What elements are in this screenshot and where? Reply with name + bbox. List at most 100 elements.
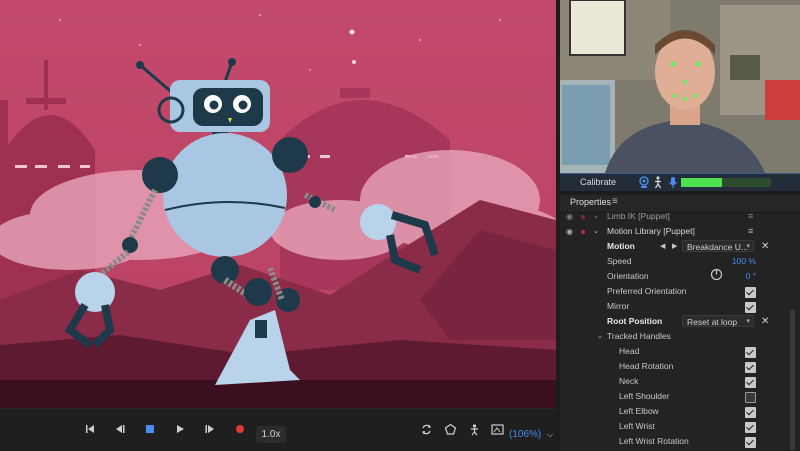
property-row: Left Elbow xyxy=(560,404,796,419)
scene-canvas[interactable] xyxy=(0,0,556,408)
play-icon xyxy=(177,425,184,433)
chevron-down-icon: ⌵ xyxy=(547,430,554,439)
property-row: ◉ ⌄ Motion Library [Puppet] ≡ xyxy=(560,224,796,239)
property-label: Motion xyxy=(607,241,635,251)
calibrate-button[interactable]: Calibrate xyxy=(568,176,628,189)
handle-label: Left Elbow xyxy=(619,406,659,416)
property-row: ⌄ Tracked Handles xyxy=(560,329,796,344)
property-label: Mirror xyxy=(607,301,630,311)
property-row: Speed 100 % xyxy=(560,254,796,269)
checkbox[interactable] xyxy=(745,407,756,418)
chevron-down-icon[interactable]: ⌄ xyxy=(593,209,599,224)
property-row: Left Wrist xyxy=(560,419,796,434)
property-row: Left Wrist Rotation xyxy=(560,434,796,449)
remove-motion-button[interactable]: ✕ xyxy=(761,239,769,254)
properties-scrollbar[interactable] xyxy=(790,310,795,450)
zoom-fit-button[interactable] xyxy=(490,423,506,437)
webcam-icon[interactable] xyxy=(638,176,650,189)
next-motion-button[interactable]: ▶ xyxy=(672,239,677,254)
step-forward-button[interactable] xyxy=(202,423,218,437)
panel-menu-icon[interactable]: ≡ xyxy=(612,196,618,207)
property-row: ◉ ⌄ Limb IK [Puppet] ≡ xyxy=(560,209,796,224)
stop-button[interactable] xyxy=(142,423,158,437)
zoom-level[interactable]: (106%) ⌵ xyxy=(509,427,553,442)
property-label: Preferred Orientation xyxy=(607,286,687,296)
zoom-value: (106%) xyxy=(509,429,542,440)
shape-icon xyxy=(444,423,456,435)
microphone-icon[interactable] xyxy=(668,176,678,189)
handle-label: Left Shoulder xyxy=(619,391,670,401)
audio-meter-level xyxy=(681,178,722,187)
layer-label: Motion Library [Puppet] xyxy=(607,226,695,236)
motion-dropdown-value: Breakdance U... xyxy=(687,242,748,252)
checkbox[interactable] xyxy=(745,287,756,298)
property-row: Head xyxy=(560,344,796,359)
body-tracking-icon[interactable] xyxy=(653,176,663,189)
puppet-icon xyxy=(470,424,478,436)
checkbox[interactable] xyxy=(745,347,756,358)
property-label: Root Position xyxy=(607,316,663,326)
remove-root-button[interactable]: ✕ xyxy=(761,314,769,329)
play-button[interactable] xyxy=(172,423,188,437)
camera-toolbar: Calibrate xyxy=(560,173,800,191)
layer-menu-icon[interactable]: ≡ xyxy=(748,224,753,239)
handle-label: Left Wrist xyxy=(619,421,655,431)
property-row: Neck xyxy=(560,374,796,389)
go-to-start-button[interactable] xyxy=(82,423,98,437)
step-back-button[interactable] xyxy=(112,423,128,437)
chevron-down-icon[interactable]: ⌄ xyxy=(597,329,603,344)
loop-icon xyxy=(421,424,431,435)
checkbox[interactable] xyxy=(745,302,756,313)
record-arm-icon[interactable] xyxy=(581,215,585,219)
layer-label: Limb IK [Puppet] xyxy=(607,211,670,221)
record-icon xyxy=(236,425,244,433)
checkbox[interactable] xyxy=(745,377,756,388)
property-row: Mirror xyxy=(560,299,796,314)
webcam-feed xyxy=(560,0,800,173)
handle-label: Neck xyxy=(619,376,639,386)
property-row: Motion ◀ ▶ Breakdance U... ▾ ✕ xyxy=(560,239,796,254)
chevron-down-icon: ▾ xyxy=(746,318,750,325)
step-back-icon xyxy=(116,425,125,433)
checkbox[interactable] xyxy=(745,437,756,448)
record-arm-icon[interactable] xyxy=(581,230,585,234)
handle-label: Head xyxy=(619,346,640,356)
panel-title: Properties xyxy=(570,197,612,207)
skip-start-icon xyxy=(86,425,94,433)
properties-panel: Properties ≡ ◉ ⌄ Limb IK [Puppet] ≡ ◉ ⌄ Motion… xyxy=(560,195,800,450)
checkbox[interactable] xyxy=(745,392,756,403)
zoom-icon xyxy=(491,424,504,435)
visibility-eye-icon[interactable]: ◉ xyxy=(566,224,573,239)
rig-view-button[interactable] xyxy=(466,423,482,437)
bounding-box-button[interactable] xyxy=(442,423,458,437)
layer-menu-icon[interactable]: ≡ xyxy=(748,209,753,224)
property-row: Preferred Orientation xyxy=(560,284,796,299)
property-row: Head Rotation xyxy=(560,359,796,374)
camera-preview xyxy=(560,0,800,173)
root-position-dropdown[interactable]: Reset at loop ▾ xyxy=(682,315,754,327)
property-label: Speed xyxy=(607,256,632,266)
checkbox[interactable] xyxy=(745,362,756,373)
checkbox[interactable] xyxy=(745,422,756,433)
property-value[interactable]: 0 ° xyxy=(746,269,757,284)
record-button[interactable] xyxy=(232,423,248,437)
chevron-down-icon: ▾ xyxy=(746,243,750,250)
chevron-down-icon[interactable]: ⌄ xyxy=(593,224,599,239)
root-position-value: Reset at loop xyxy=(687,317,738,327)
scene-artwork xyxy=(0,0,556,408)
property-value[interactable]: 100 % xyxy=(732,254,756,269)
handle-label: Head Rotation xyxy=(619,361,674,371)
step-forward-icon xyxy=(205,425,214,433)
playback-speed[interactable]: 1.0x xyxy=(256,426,286,443)
property-row: Left Shoulder xyxy=(560,389,796,404)
group-label: Tracked Handles xyxy=(607,331,671,341)
previous-motion-button[interactable]: ◀ xyxy=(660,239,665,254)
stop-icon xyxy=(146,425,154,433)
visibility-eye-icon[interactable]: ◉ xyxy=(566,209,573,224)
loop-button[interactable] xyxy=(418,423,434,437)
motion-dropdown[interactable]: Breakdance U... ▾ xyxy=(682,240,754,252)
handle-label: Left Wrist Rotation xyxy=(619,436,689,446)
property-label: Orientation xyxy=(607,271,649,281)
property-row: Orientation 0 ° xyxy=(560,268,796,284)
property-row: Root Position Reset at loop ▾ ✕ xyxy=(560,314,796,329)
